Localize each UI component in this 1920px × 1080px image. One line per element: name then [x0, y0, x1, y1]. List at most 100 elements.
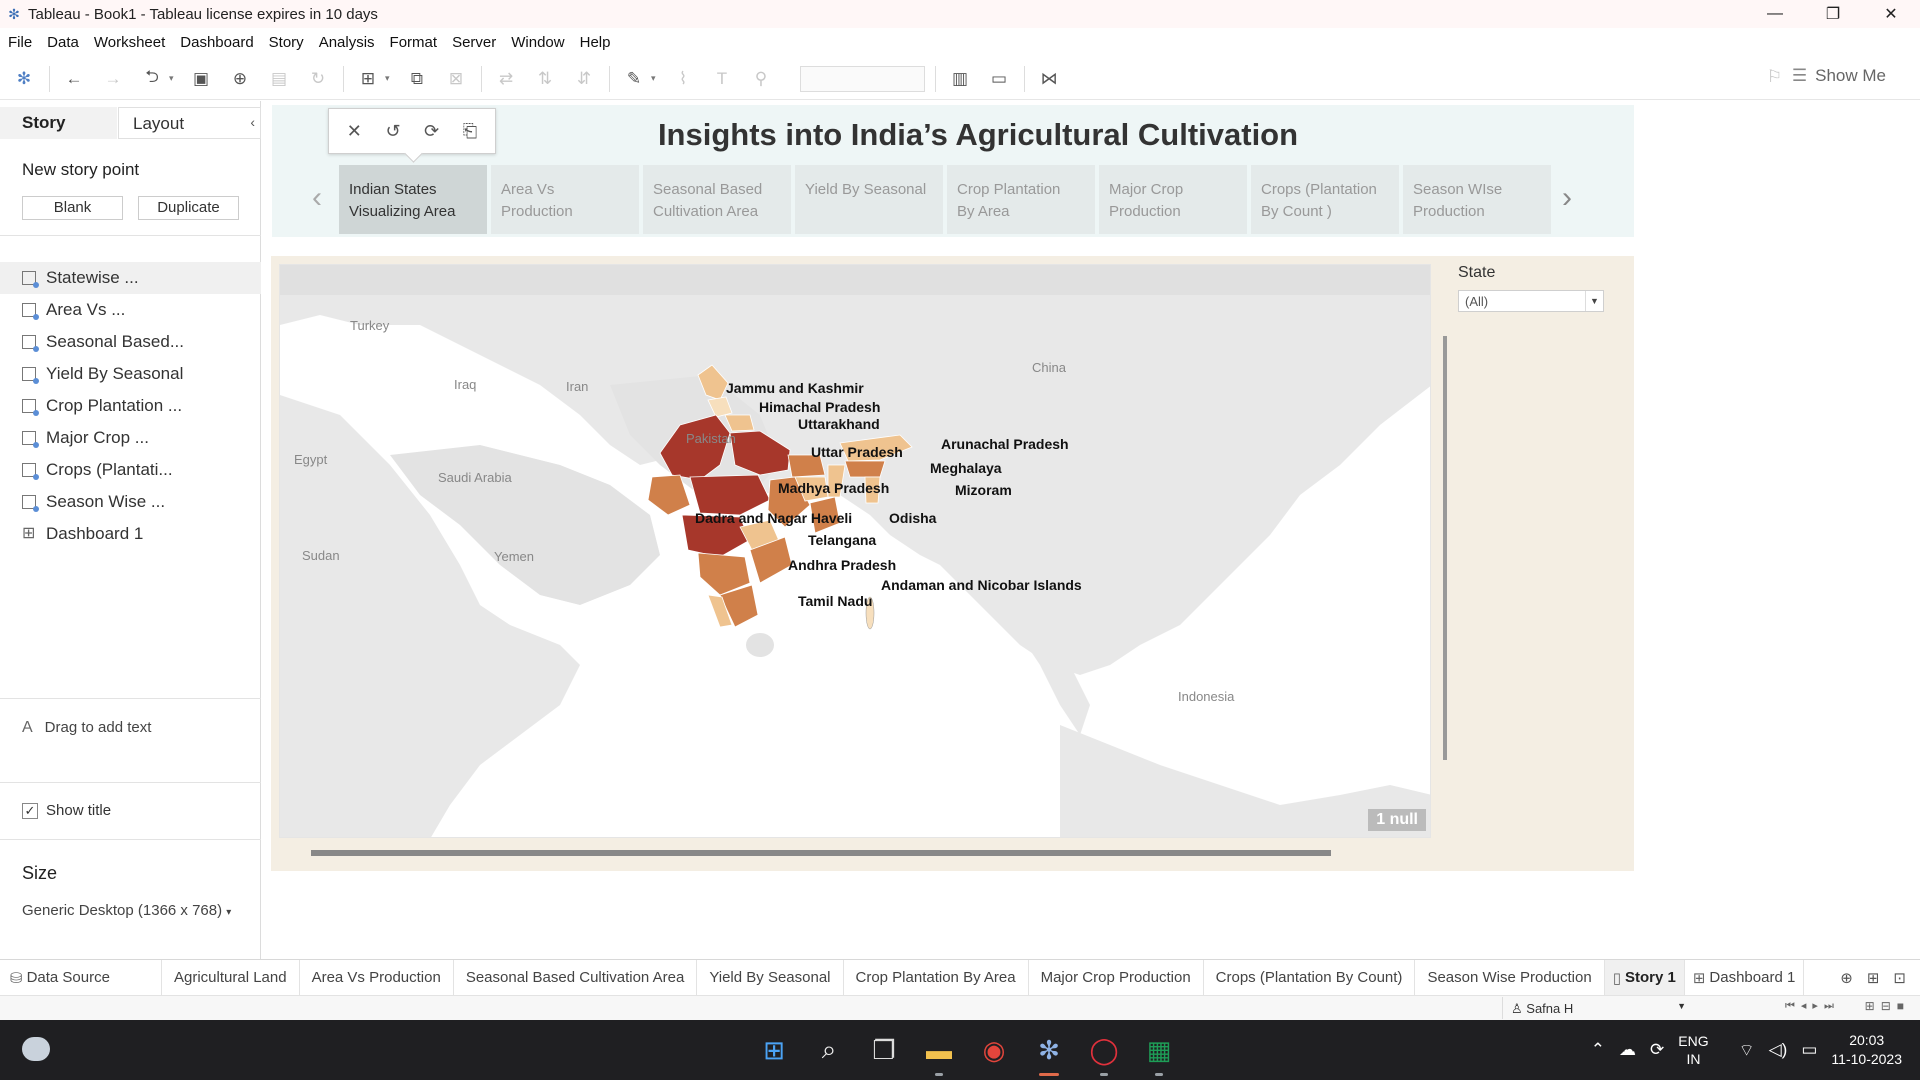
revert-icon[interactable]: ↺ [385, 121, 400, 142]
tab-sheet[interactable]: Agricultural Land [162, 959, 300, 996]
chevron-down-icon[interactable]: ▾ [169, 73, 177, 84]
close-button[interactable]: ✕ [1862, 0, 1920, 28]
user-select[interactable]: ♙ Safna H ▼ [1502, 997, 1692, 1019]
story-point-7[interactable]: Crops (Plantation By Count ) [1251, 165, 1399, 234]
tableau-home-icon[interactable]: ✻ [9, 64, 39, 94]
weather-icon[interactable] [22, 1037, 50, 1061]
tab-sheet[interactable]: Area Vs Production [300, 959, 454, 996]
redo-icon[interactable]: → [98, 64, 128, 94]
fit-select[interactable] [800, 65, 925, 92]
restore-button[interactable]: ❐ [1804, 0, 1862, 28]
chevron-down-icon[interactable]: ▾ [651, 73, 659, 84]
onedrive-icon[interactable]: ☁ [1619, 1040, 1636, 1060]
new-story-icon[interactable]: ⊡ [1893, 969, 1906, 987]
share-icon[interactable]: ⋈ [1034, 64, 1064, 94]
wifi-icon[interactable]: ⌔ [1739, 1040, 1755, 1061]
pause-updates-icon[interactable]: ▤ [264, 64, 294, 94]
story-point-1[interactable]: Indian States Visualizing Area [339, 165, 487, 234]
save-as-new-icon[interactable]: ⎗ [463, 121, 477, 142]
task-view-icon[interactable]: ❐ [864, 1030, 904, 1070]
list-item[interactable]: Season Wise ... [0, 486, 261, 518]
null-indicator-badge[interactable]: 1 null [1368, 809, 1426, 831]
language-indicator[interactable]: ENG IN [1678, 1032, 1708, 1068]
tab-sheet[interactable]: Seasonal Based Cultivation Area [454, 959, 698, 996]
save-icon[interactable]: ▣ [186, 64, 216, 94]
list-item[interactable]: ⊞ Dashboard 1 [0, 518, 261, 550]
previous-story-point-icon[interactable]: ‹ [312, 181, 322, 215]
swap-icon[interactable]: ⇄ [491, 64, 521, 94]
new-dashboard-icon[interactable]: ⊞ [1867, 969, 1880, 987]
group-icon[interactable]: ⌇ [668, 64, 698, 94]
show-title-checkbox[interactable]: ✓ Show title [22, 802, 111, 819]
list-item[interactable]: Yield By Seasonal [0, 358, 261, 390]
menu-file[interactable]: File [0, 34, 39, 51]
blank-button[interactable]: Blank [22, 196, 123, 220]
clear-sheet-icon[interactable]: ⊠ [441, 64, 471, 94]
update-icon[interactable]: ⟳ [424, 121, 439, 142]
list-item[interactable]: Crop Plantation ... [0, 390, 261, 422]
sort-descending-icon[interactable]: ⇵ [569, 64, 599, 94]
list-item[interactable]: Major Crop ... [0, 422, 261, 454]
menu-dashboard[interactable]: Dashboard [172, 34, 260, 51]
delete-icon[interactable]: ✕ [347, 121, 362, 142]
choropleth-map[interactable]: Turkey Iraq Iran Egypt Saudi Arabia Suda… [279, 264, 1431, 838]
replay-icon[interactable]: ⮌ [137, 64, 167, 94]
sheet-navigation[interactable]: ⏮◂▸⏭ [1785, 999, 1840, 1013]
chevron-up-icon[interactable]: ⌃ [1591, 1040, 1605, 1060]
story-point-6[interactable]: Major Crop Production [1099, 165, 1247, 234]
show-me-button[interactable]: ☰ Show Me [1792, 66, 1886, 86]
minimize-button[interactable]: — [1746, 0, 1804, 28]
volume-icon[interactable]: ◁) [1769, 1040, 1788, 1060]
clock[interactable]: 20:03 11-10-2023 [1831, 1031, 1902, 1069]
sheet-view-toggles[interactable]: ⊞⊟■ [1865, 999, 1910, 1013]
presentation-mode-icon[interactable]: ▭ [984, 64, 1014, 94]
new-data-source-icon[interactable]: ⊕ [225, 64, 255, 94]
drag-to-add-text[interactable]: A Drag to add text [22, 719, 151, 737]
chevron-down-icon[interactable]: ▾ [385, 73, 393, 84]
story-point-3[interactable]: Seasonal Based Cultivation Area [643, 165, 791, 234]
tab-sheet[interactable]: Crop Plantation By Area [844, 959, 1029, 996]
tab-sheet[interactable]: Crops (Plantation By Count) [1204, 959, 1416, 996]
show-cards-icon[interactable]: ▥ [945, 64, 975, 94]
new-worksheet-icon[interactable]: ⊕ [1840, 969, 1853, 987]
menu-story[interactable]: Story [261, 34, 311, 51]
highlight-icon[interactable]: ✎ [619, 64, 649, 94]
menu-analysis[interactable]: Analysis [311, 34, 382, 51]
state-assam[interactable] [844, 460, 886, 478]
menu-help[interactable]: Help [572, 34, 618, 51]
size-select[interactable]: Generic Desktop (1366 x 768) ▾ [22, 902, 231, 919]
menu-format[interactable]: Format [382, 34, 445, 51]
state-filter-select[interactable]: (All) ▼ [1458, 290, 1604, 312]
opera-icon[interactable]: ◯ [1084, 1030, 1124, 1076]
list-item[interactable]: Crops (Plantati... [0, 454, 261, 486]
duplicate-sheet-icon[interactable]: ⧉ [402, 64, 432, 94]
battery-icon[interactable]: ▭ [1801, 1040, 1817, 1060]
list-item[interactable]: Area Vs ... [0, 294, 261, 326]
story-point-2[interactable]: Area Vs Production [491, 165, 639, 234]
tab-layout[interactable]: Layout [118, 107, 261, 139]
show-labels-icon[interactable]: T [707, 64, 737, 94]
sync-icon[interactable]: ⟳ [1650, 1040, 1664, 1060]
horizontal-scrollbar[interactable] [311, 850, 1331, 856]
new-worksheet-icon[interactable]: ⊞ [353, 64, 383, 94]
fix-axes-icon[interactable]: ⚲ [746, 64, 776, 94]
refresh-icon[interactable]: ↻ [303, 64, 333, 94]
story-point-4[interactable]: Yield By Seasonal [795, 165, 943, 234]
duplicate-button[interactable]: Duplicate [138, 196, 239, 220]
excel-icon[interactable]: ▦ [1139, 1030, 1179, 1076]
chrome-icon[interactable]: ◉ [974, 1030, 1014, 1070]
tab-sheet[interactable]: Yield By Seasonal [697, 959, 844, 996]
menu-server[interactable]: Server [444, 34, 503, 51]
sort-ascending-icon[interactable]: ⇅ [530, 64, 560, 94]
menu-worksheet[interactable]: Worksheet [86, 34, 172, 51]
tab-sheet[interactable]: Season Wise Production [1415, 959, 1605, 996]
tab-sheet[interactable]: Major Crop Production [1029, 959, 1204, 996]
file-explorer-icon[interactable]: ▬ [919, 1030, 959, 1076]
tableau-app-icon[interactable]: ✻ [1029, 1030, 1069, 1076]
next-story-point-icon[interactable]: › [1562, 181, 1572, 215]
undo-icon[interactable]: ← [59, 64, 89, 94]
tab-story[interactable]: Story [0, 107, 117, 139]
pin-icon[interactable]: ⚐ [1767, 67, 1782, 87]
search-icon[interactable]: ⌕ [809, 1030, 849, 1070]
list-item[interactable]: Seasonal Based... [0, 326, 261, 358]
